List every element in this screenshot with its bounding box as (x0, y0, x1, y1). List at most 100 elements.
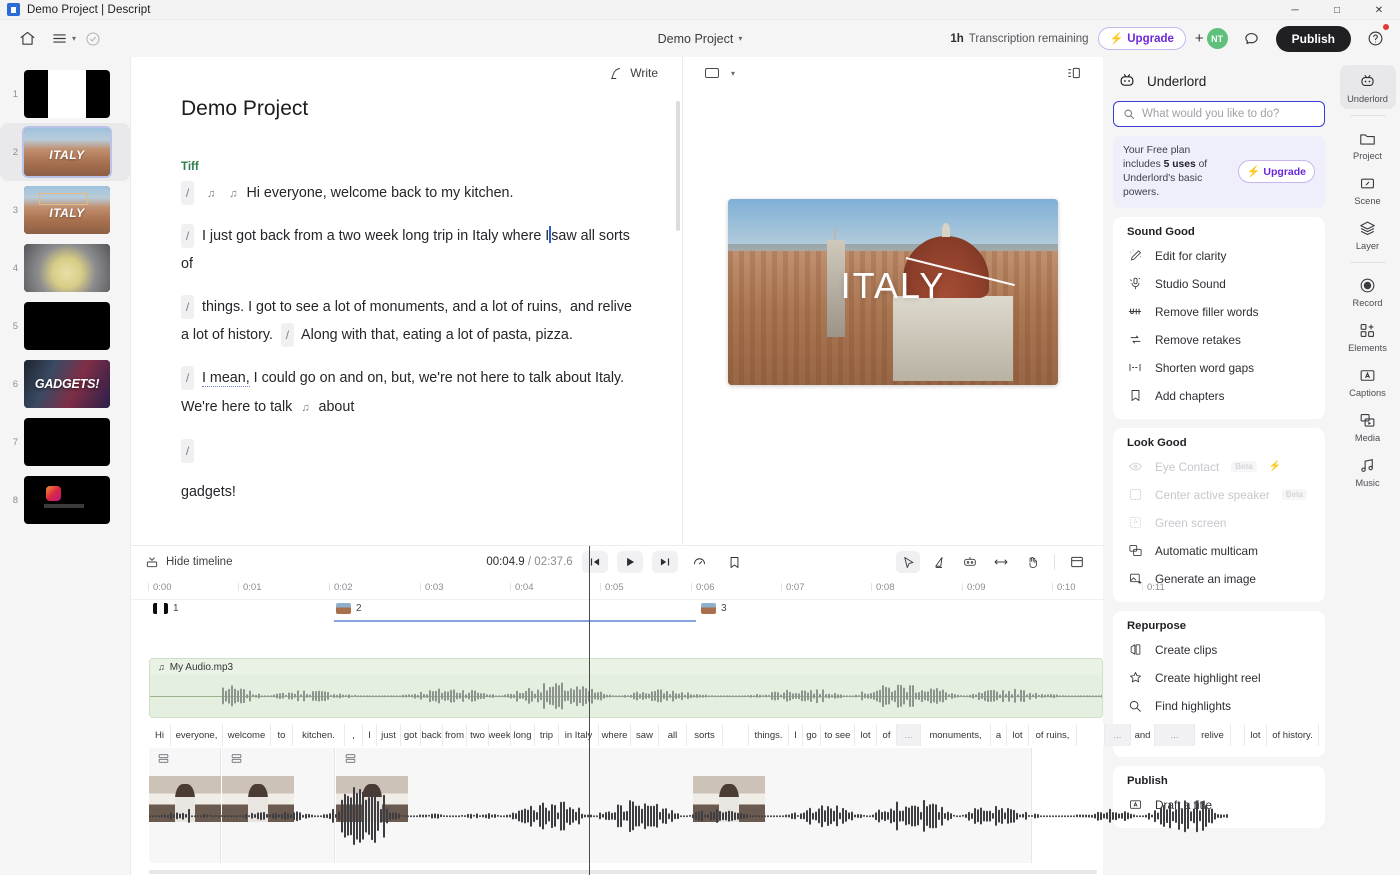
scene-thumbnail[interactable] (24, 70, 110, 118)
rail-item-music[interactable]: Music (1340, 449, 1396, 493)
overlay-text[interactable]: ITALY (728, 268, 1058, 304)
collaborators-group[interactable]: + NT (1195, 28, 1228, 49)
rail-item-layer[interactable]: Layer (1340, 212, 1396, 256)
rail-item-captions[interactable]: Captions (1340, 359, 1396, 403)
clip-handle-icon[interactable] (157, 752, 170, 765)
audio-clip-header[interactable]: ♫ My Audio.mp3 (150, 659, 1102, 675)
transcript-paragraph-6[interactable]: gadgets! (181, 478, 642, 507)
word-chip[interactable]: got (401, 724, 421, 746)
timeline-scene-marker-1[interactable]: 1 (153, 603, 179, 614)
timeline-scene-marker-3[interactable]: 3 (701, 603, 727, 614)
scene-thumbnail[interactable]: ITALY (24, 186, 110, 234)
word-chip[interactable] (723, 724, 749, 746)
rail-item-media[interactable]: Media (1340, 404, 1396, 448)
speaker-label[interactable]: Tiff (181, 161, 642, 173)
word-chip[interactable]: relive (1195, 724, 1231, 746)
word-chip[interactable]: long (511, 724, 535, 746)
scene-item-3[interactable]: 3 ITALY (0, 181, 130, 239)
word-chip[interactable]: trip (535, 724, 559, 746)
hamburger-menu-icon-wrap[interactable] (44, 25, 74, 53)
word-chip[interactable]: just (377, 724, 401, 746)
skip-back-button[interactable] (582, 551, 608, 573)
scene-thumbnail[interactable]: GADGETS! (24, 360, 110, 408)
audio-track[interactable]: ♫ My Audio.mp3 (149, 658, 1103, 718)
word-chip[interactable]: lot (1007, 724, 1029, 746)
hide-timeline-button[interactable]: Hide timeline (145, 555, 232, 569)
word-chip[interactable]: sorts (687, 724, 723, 746)
action-remove-filler-words[interactable]: Remove filler words (1117, 298, 1321, 326)
transcript-paragraph-3[interactable]: / things. I got to see a lot of monument… (181, 293, 642, 350)
paragraph-text[interactable]: things. I got to see a lot of monuments,… (181, 299, 632, 344)
rail-item-record[interactable]: Record (1340, 269, 1396, 313)
scene-item-2[interactable]: 2 ITALY (0, 123, 130, 181)
slash-marker[interactable]: / (181, 224, 194, 248)
paragraph-text[interactable]: I just got back from a two week long tri… (181, 228, 630, 273)
word-chip[interactable]: in Italy (559, 724, 599, 746)
blade-tool-button[interactable] (927, 551, 951, 573)
select-tool-button[interactable] (896, 551, 920, 573)
transcript-paragraph-1[interactable]: / ♫ ♫ Hi everyone, welcome back to my ki… (181, 179, 642, 208)
project-title-menu[interactable]: Demo Project ▾ (658, 32, 743, 46)
video-frame[interactable]: ITALY (728, 199, 1058, 385)
slash-marker[interactable]: / (181, 366, 194, 390)
maximize-button[interactable]: □ (1316, 0, 1358, 20)
slash-marker[interactable]: / (181, 295, 194, 319)
action-shorten-word-gaps[interactable]: Shorten word gaps (1117, 354, 1321, 382)
slash-marker[interactable]: / (281, 323, 294, 347)
rail-item-elements[interactable]: Elements (1340, 314, 1396, 358)
paragraph-text[interactable]: I mean, I could go on and on, but, we're… (181, 370, 624, 415)
word-chip[interactable]: kitchen. (293, 724, 345, 746)
transcript-scrollbar[interactable] (676, 101, 680, 231)
timeline-ruler[interactable]: 0:00 0:01 0:02 0:03 0:04 0:05 0:06 0:07 … (131, 578, 1103, 600)
search-input[interactable] (1142, 108, 1315, 120)
transcript-paragraph-2[interactable]: / I just got back from a two week long t… (181, 222, 642, 279)
word-chip[interactable]: go (803, 724, 821, 746)
word-chip[interactable]: of ruins, (1029, 724, 1077, 746)
word-chip[interactable]: of (877, 724, 897, 746)
close-button[interactable]: ✕ (1358, 0, 1400, 20)
word-chip[interactable]: welcome (223, 724, 271, 746)
help-button[interactable] (1360, 25, 1390, 53)
write-button[interactable]: Write (601, 62, 666, 85)
video-track[interactable] (149, 748, 1103, 869)
word-chip[interactable]: of history. (1267, 724, 1319, 746)
action-find-highlights[interactable]: Find highlights (1117, 692, 1321, 720)
scene-thumbnail[interactable]: ITALY (24, 128, 110, 176)
slash-marker[interactable]: / (181, 439, 194, 463)
word-chip[interactable]: ... (897, 724, 921, 746)
word-chip[interactable] (1077, 724, 1105, 746)
word-chip[interactable]: lot (1245, 724, 1267, 746)
action-eye-contact[interactable]: Eye Contact Beta ⚡ (1117, 453, 1321, 481)
word-chip[interactable]: two (467, 724, 489, 746)
scene-item-7[interactable]: 7 (0, 413, 130, 471)
word-chip[interactable]: monuments, (921, 724, 991, 746)
aspect-ratio-button[interactable] (697, 59, 727, 87)
rail-item-underlord[interactable]: Underlord (1340, 65, 1396, 109)
bookmark-button[interactable] (722, 551, 748, 573)
action-green-screen[interactable]: Green screen (1117, 509, 1321, 537)
word-chip[interactable]: where (599, 724, 631, 746)
paragraph-text[interactable]: Hi everyone, welcome back to my kitchen. (246, 185, 513, 201)
word-chip[interactable]: to (271, 724, 293, 746)
scene-item-4[interactable]: 4 (0, 239, 130, 297)
word-chip[interactable]: all (659, 724, 687, 746)
scenes-sidebar[interactable]: 1 2 ITALY 3 ITALY (0, 57, 131, 875)
comments-button[interactable] (1237, 25, 1267, 53)
word-chip[interactable]: Hi (149, 724, 171, 746)
word-chip[interactable]: back (421, 724, 443, 746)
scene-item-5[interactable]: 5 (0, 297, 130, 355)
word-chip[interactable]: week (489, 724, 511, 746)
split-layout-button[interactable] (1059, 59, 1089, 87)
word-chip[interactable]: to see (821, 724, 855, 746)
upgrade-button[interactable]: ⚡ Upgrade (1098, 27, 1186, 50)
avatar[interactable]: NT (1207, 28, 1228, 49)
stretch-tool-button[interactable] (989, 551, 1013, 573)
home-button[interactable] (12, 25, 42, 53)
ai-tool-button[interactable] (958, 551, 982, 573)
timeline-scene-strip[interactable]: 1 2 3 (131, 600, 1103, 622)
playback-speed-button[interactable] (687, 551, 713, 573)
publish-button[interactable]: Publish (1276, 26, 1351, 52)
word-chip[interactable]: I (789, 724, 803, 746)
word-chip[interactable]: and (1131, 724, 1155, 746)
audio-waveform[interactable] (150, 675, 1102, 717)
